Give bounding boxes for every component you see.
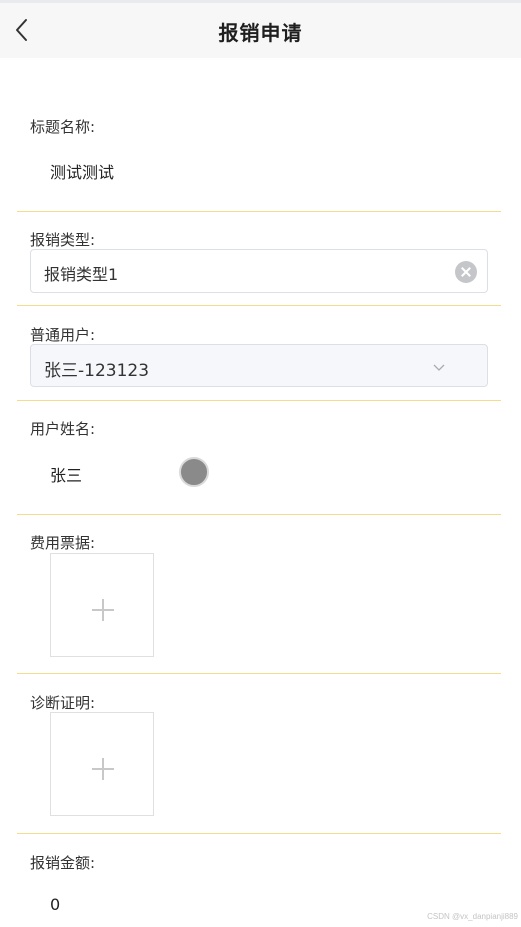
- page-title: 报销申请: [218, 21, 303, 45]
- clear-icon[interactable]: [455, 261, 477, 283]
- expense-type-label: 报销类型:: [30, 231, 96, 249]
- nav-bar: 报销申请: [0, 3, 521, 58]
- expense-receipt-label: 费用票据:: [30, 534, 96, 552]
- divider: [17, 514, 501, 515]
- plus-icon: [102, 758, 104, 780]
- reimbursement-amount-value: 0: [50, 895, 61, 914]
- title-name-value: 测试测试: [50, 163, 115, 182]
- diagnosis-certificate-upload[interactable]: [50, 712, 154, 816]
- divider: [17, 833, 501, 834]
- plus-icon: [102, 599, 104, 621]
- regular-user-select[interactable]: 张三-123123: [30, 344, 488, 387]
- divider: [17, 400, 501, 401]
- user-name-value: 张三: [50, 466, 83, 485]
- chevron-down-icon: [433, 364, 445, 371]
- watermark: CSDN @vx_danpianji889: [427, 912, 518, 921]
- title-name-label: 标题名称:: [30, 118, 96, 136]
- diagnosis-certificate-label: 诊断证明:: [30, 694, 96, 712]
- regular-user-value: 张三-123123: [44, 361, 150, 381]
- expense-type-value: 报销类型1: [44, 265, 119, 284]
- expense-type-input[interactable]: 报销类型1: [30, 249, 488, 293]
- reimbursement-amount-label: 报销金额:: [30, 854, 96, 872]
- divider: [17, 673, 501, 674]
- user-name-label: 用户姓名:: [30, 420, 96, 438]
- divider: [17, 211, 501, 212]
- status-dot: [179, 457, 209, 487]
- expense-receipt-upload[interactable]: [50, 553, 154, 657]
- divider: [17, 305, 501, 306]
- regular-user-label: 普通用户:: [30, 326, 96, 344]
